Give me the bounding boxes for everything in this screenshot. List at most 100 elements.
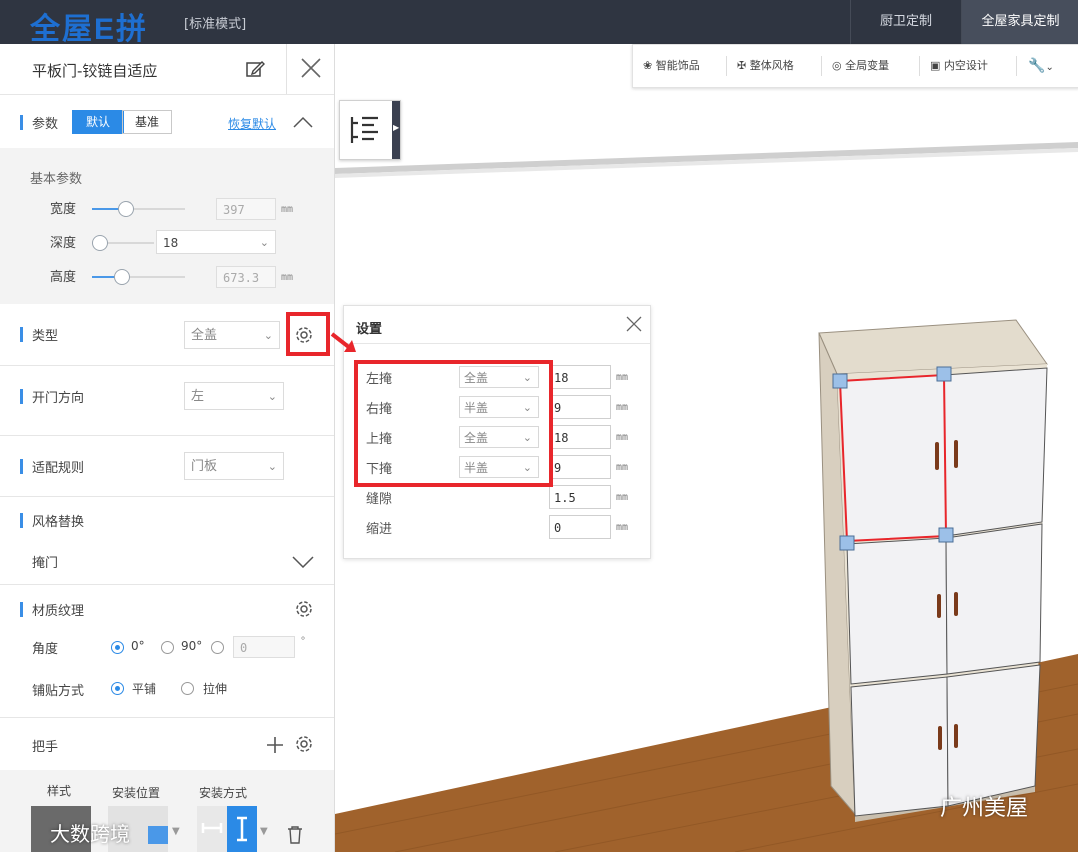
tile-stretch-label: 拉伸	[203, 682, 228, 696]
scene-tree-button[interactable]: ▶	[339, 100, 401, 160]
height-slider[interactable]	[92, 276, 185, 278]
handle-label: 把手	[32, 740, 59, 755]
height-value[interactable]: 673.3	[216, 266, 276, 288]
bottom-overlay-input[interactable]: 9	[549, 455, 611, 479]
angle-custom-input[interactable]: 0	[233, 636, 295, 658]
close-icon[interactable]	[626, 316, 642, 332]
gap-label: 缝隙	[366, 492, 393, 507]
type-label: 类型	[32, 329, 59, 344]
fit-rule-select[interactable]: 门板 ⌄	[184, 452, 284, 480]
wrench-icon: 🔧	[1028, 58, 1046, 74]
chevron-down-icon[interactable]	[292, 556, 314, 568]
left-overlay-unit: mm	[616, 372, 629, 383]
chevron-down-icon[interactable]: ▼	[260, 826, 268, 837]
global-variables-button[interactable]: ◎ 全局变量	[832, 45, 889, 87]
depth-label: 深度	[50, 236, 77, 251]
top-bar: 全屋E拼 [标准模式] 厨卫定制 全屋家具定制	[0, 0, 1078, 46]
section-marker	[20, 513, 23, 528]
bottom-overlay-unit: mm	[616, 462, 629, 473]
section-marker	[20, 389, 23, 404]
tab-kitchen-bath[interactable]: 厨卫定制	[850, 0, 961, 44]
toolbar-separator	[821, 56, 822, 76]
app-logo[interactable]: 全屋E拼	[30, 4, 148, 48]
divider	[0, 584, 334, 585]
fit-rule-value: 门板	[191, 459, 218, 474]
horizontal-handle-icon	[201, 823, 223, 833]
tile-stretch-radio[interactable]	[181, 682, 194, 695]
height-slider-handle[interactable]	[114, 269, 130, 285]
door-direction-select[interactable]: 左 ⌄	[184, 382, 284, 410]
depth-slider-handle[interactable]	[92, 235, 108, 251]
delete-trash-icon[interactable]	[287, 826, 303, 844]
width-value[interactable]: 397	[216, 198, 276, 220]
angle-custom-radio[interactable]	[211, 641, 224, 654]
width-slider-handle[interactable]	[118, 201, 134, 217]
door-direction-label: 开门方向	[32, 391, 85, 406]
gap-input[interactable]: 1.5	[549, 485, 611, 509]
params-label: 参数	[32, 117, 59, 132]
chevron-up-icon[interactable]	[293, 116, 313, 128]
smart-decor-button[interactable]: ❀ 智能饰品	[643, 45, 700, 87]
divider	[0, 94, 334, 95]
panel-collapse-tab[interactable]: ▶	[392, 101, 400, 159]
right-overlay-unit: mm	[616, 402, 629, 413]
global-variables-label: 全局变量	[845, 59, 890, 72]
divider	[344, 343, 650, 344]
angle-90-label: 90°	[181, 639, 203, 653]
caret-right-icon: ▶	[393, 123, 400, 132]
depth-select-value: 18	[163, 236, 179, 250]
material-gear-icon[interactable]	[293, 598, 315, 620]
width-unit: mm	[281, 204, 294, 215]
type-select-value: 全盖	[191, 328, 218, 343]
tools-dropdown-button[interactable]: 🔧⌄	[1028, 45, 1054, 87]
indent-unit: mm	[616, 522, 629, 533]
interior-design-button[interactable]: ▣ 内空设计	[930, 45, 988, 87]
width-slider[interactable]	[92, 208, 185, 210]
wall-top-edge	[335, 142, 1078, 174]
viewport-toolbar: ❀ 智能饰品 ✠ 整体风格 ◎ 全局变量 ▣ 内空设计 🔧⌄	[632, 44, 1078, 88]
indent-input[interactable]: 0	[549, 515, 611, 539]
edit-icon[interactable]	[244, 58, 266, 80]
gap-unit: mm	[616, 492, 629, 503]
section-marker	[20, 115, 23, 130]
highlight-box-overlay-rows	[354, 360, 553, 487]
tab-whole-house-furniture[interactable]: 全屋家具定制	[961, 0, 1078, 44]
panel-close-button[interactable]	[286, 44, 335, 94]
chevron-down-icon: ⌄	[263, 329, 273, 342]
chevron-down-icon: ⌄	[259, 236, 269, 249]
depth-select[interactable]: 18 ⌄	[156, 230, 276, 254]
add-handle-plus-icon[interactable]	[265, 735, 285, 755]
tile-mode-label: 铺贴方式	[32, 684, 85, 699]
angle-0-label: 0°	[131, 639, 145, 653]
default-toggle[interactable]: 默认	[72, 110, 124, 134]
chevron-down-icon[interactable]: ▼	[172, 826, 180, 837]
handle-gear-icon[interactable]	[293, 733, 315, 755]
tile-flat-radio[interactable]	[111, 682, 124, 695]
divider	[0, 717, 334, 718]
divider	[0, 496, 334, 497]
section-marker	[20, 459, 23, 474]
basic-params-block: 基本参数 宽度 397 mm 深度 18 ⌄ 高度 673.3 mm	[0, 148, 334, 304]
close-icon	[301, 58, 321, 78]
mount-vertical-button[interactable]	[227, 806, 257, 852]
right-overlay-input[interactable]: 9	[549, 395, 611, 419]
frame-icon: ▣	[930, 59, 941, 72]
highlight-box-gear	[286, 312, 330, 356]
height-unit: mm	[281, 272, 294, 283]
handle-style-col: 样式	[47, 784, 72, 798]
left-overlay-input[interactable]: 18	[549, 365, 611, 389]
overall-style-button[interactable]: ✠ 整体风格	[737, 45, 794, 87]
base-toggle[interactable]: 基准	[122, 110, 172, 134]
angle-90-radio[interactable]	[161, 641, 174, 654]
handle-position-col: 安装位置	[112, 786, 161, 800]
property-panel: 平板门-铰链自适应 参数 默认 基准 恢复默认 基本参数 宽度 397 mm 深…	[0, 44, 335, 852]
mount-horizontal-button[interactable]	[197, 806, 227, 852]
toolbar-separator	[919, 56, 920, 76]
interior-design-label: 内空设计	[943, 59, 988, 72]
annotation-arrow-icon	[330, 332, 356, 352]
restore-default-link[interactable]: 恢复默认	[228, 115, 276, 132]
style-swap-item[interactable]: 掩门	[32, 552, 58, 571]
angle-0-radio[interactable]	[111, 641, 124, 654]
type-select[interactable]: 全盖 ⌄	[184, 321, 280, 349]
top-overlay-input[interactable]: 18	[549, 425, 611, 449]
